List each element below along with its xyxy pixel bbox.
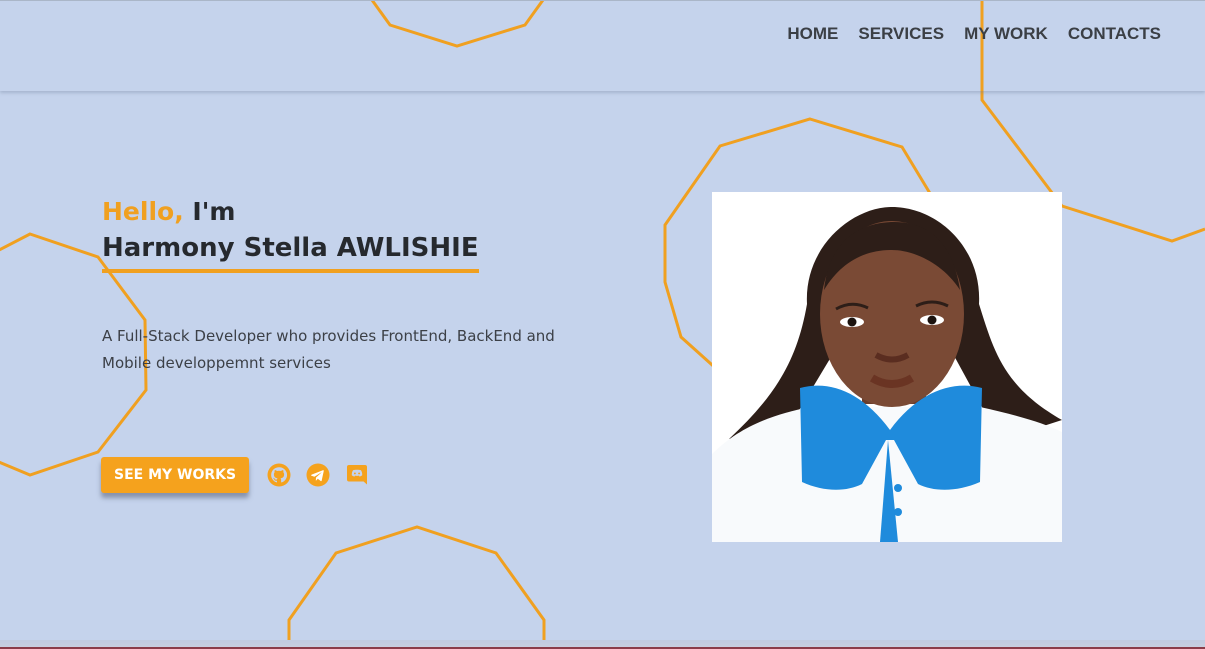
nav-link-my-work[interactable]: MY WORK	[964, 24, 1048, 44]
telegram-icon[interactable]	[306, 463, 330, 487]
greeting-hello: Hello,	[102, 197, 184, 226]
profile-photo	[712, 192, 1062, 542]
social-links	[267, 463, 369, 487]
name-underline: Harmony Stella AWLISHIE	[102, 230, 479, 273]
top-navbar: HOME SERVICES MY WORK CONTACTS	[0, 0, 1205, 91]
see-my-works-button[interactable]: SEE MY WORKS	[101, 457, 250, 493]
hero-description: A Full-Stack Developer who provides Fron…	[102, 327, 555, 372]
nav-link-services[interactable]: SERVICES	[858, 24, 944, 44]
discord-icon[interactable]	[345, 463, 369, 487]
hero-actions: SEE MY WORKS	[101, 457, 369, 493]
nav-link-home[interactable]: HOME	[787, 24, 838, 44]
nav-link-contacts[interactable]: CONTACTS	[1068, 24, 1161, 44]
developer-name: Harmony Stella AWLISHIE	[102, 233, 479, 263]
section-divider	[0, 640, 1205, 649]
hero-heading: Hello, I'm Harmony Stella AWLISHIE	[102, 194, 622, 273]
nav-menu: HOME SERVICES MY WORK CONTACTS	[787, 24, 1161, 44]
greeting-im: I'm	[192, 197, 236, 226]
github-icon[interactable]	[267, 463, 291, 487]
greeting-line: Hello, I'm	[102, 194, 622, 230]
